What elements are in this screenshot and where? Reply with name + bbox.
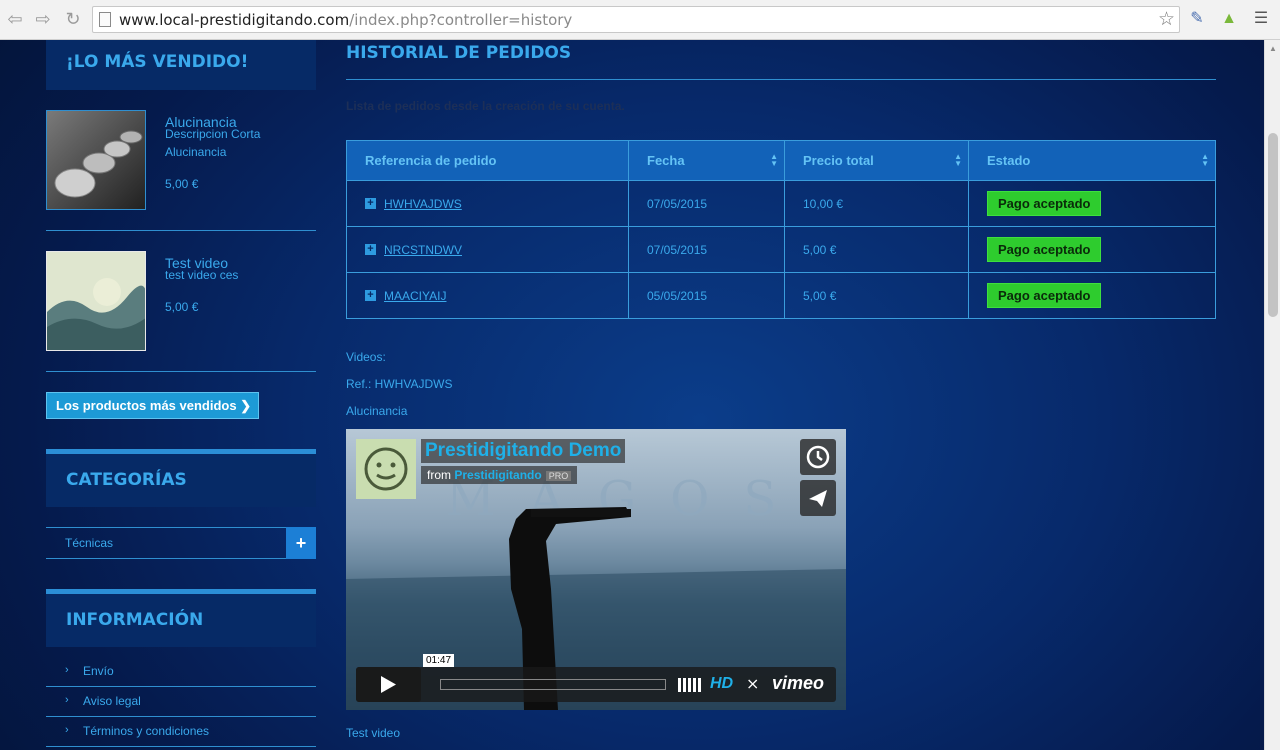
chevron-right-icon: › — [65, 694, 69, 706]
channel-link[interactable]: Prestidigitando — [454, 468, 541, 482]
channel-avatar[interactable] — [356, 439, 416, 499]
order-reference-link[interactable]: MAACIYAIJ — [384, 289, 446, 303]
bookmark-star-icon[interactable]: ☆ — [1158, 8, 1175, 31]
order-status-cell: Pago aceptado — [968, 272, 1216, 319]
scrollbar-thumb[interactable] — [1268, 133, 1278, 317]
page-icon — [99, 12, 111, 27]
product-description: Descripcion Corta Alucinancia — [165, 127, 261, 159]
column-header-date[interactable]: Fecha ▲ ▼ — [628, 140, 785, 181]
page-content: ¡LO MÁS VENDIDO! Alucinancia Descripcion… — [0, 40, 1264, 750]
product-price: 5,00 € — [165, 300, 199, 314]
info-link-label[interactable]: Envío — [83, 664, 114, 678]
info-link-label[interactable]: Aviso legal — [83, 694, 141, 708]
order-date: 07/05/2015 — [628, 226, 785, 273]
chevron-right-icon: › — [65, 724, 69, 736]
product-thumbnail[interactable] — [46, 251, 146, 351]
watch-later-icon[interactable] — [800, 439, 836, 475]
info-link-label[interactable]: Términos y condiciones — [83, 724, 209, 738]
page-title: HISTORIAL DE PEDIDOS — [346, 43, 572, 63]
share-icon[interactable] — [800, 480, 836, 516]
pro-badge: PRO — [545, 471, 572, 481]
expand-plus-icon[interactable]: + — [365, 244, 376, 256]
order-history-table: Referencia de pedido Fecha ▲ ▼ Precio tota… — [346, 140, 1216, 319]
status-badge: Pago aceptado — [987, 237, 1102, 262]
sort-icon[interactable]: ▲ ▼ — [1201, 153, 1209, 168]
table-row: + MAACIYAIJ 05/05/2015 5,00 € Pago acepta… — [346, 272, 1216, 319]
order-status-cell: Pago aceptado — [968, 180, 1216, 227]
product-thumbnail[interactable] — [46, 110, 146, 210]
video-title[interactable]: Prestidigitando Demo — [421, 439, 626, 463]
divider — [346, 79, 1216, 80]
table-row: + NRCSTNDWV 07/05/2015 5,00 € Pago acepta… — [346, 226, 1216, 273]
forward-icon[interactable]: ⇨ — [32, 8, 54, 30]
order-total: 5,00 € — [784, 272, 969, 319]
vimeo-logo[interactable]: vimeo — [772, 673, 824, 694]
info-link-terminos[interactable]: › Términos y condiciones — [46, 717, 316, 747]
category-item[interactable]: Técnicas + — [46, 527, 316, 559]
order-reference-cell: + NRCSTNDWV — [346, 226, 629, 273]
page-scrollbar[interactable]: ▲ — [1264, 40, 1280, 750]
videos-label: Videos: — [346, 350, 386, 364]
order-date: 07/05/2015 — [628, 180, 785, 227]
product-description: test video ces — [165, 268, 239, 282]
column-header-status[interactable]: Estado ▲ ▼ — [968, 140, 1216, 181]
bestsellers-button[interactable]: Los productos más vendidos ❯ — [46, 392, 259, 419]
info-link-aviso-legal[interactable]: › Aviso legal — [46, 687, 316, 717]
scroll-up-icon[interactable]: ▲ — [1269, 44, 1277, 53]
time-display: 01:47 — [423, 654, 455, 667]
sort-icon[interactable]: ▲ ▼ — [770, 153, 778, 168]
order-status-cell: Pago aceptado — [968, 226, 1216, 273]
order-reference-link[interactable]: HWHVAJDWS — [384, 197, 462, 211]
video-progress-bar[interactable] — [440, 679, 666, 690]
page-subtitle: Lista de pedidos desde la creación de su… — [346, 99, 625, 113]
reload-icon[interactable]: ↻ — [62, 8, 84, 30]
eyedropper-icon[interactable]: ✎ — [1186, 8, 1208, 30]
divider — [46, 230, 316, 231]
column-header-total[interactable]: Precio total ▲ ▼ — [784, 140, 969, 181]
table-row: + HWHVAJDWS 07/05/2015 10,00 € Pago acept… — [346, 180, 1216, 227]
product-label: Alucinancia — [346, 404, 408, 418]
order-reference-cell: + MAACIYAIJ — [346, 272, 629, 319]
next-video-label: Test video — [346, 726, 401, 740]
android-icon[interactable]: ▲ — [1218, 8, 1240, 30]
column-header-reference: Referencia de pedido — [346, 140, 629, 181]
order-total: 5,00 € — [784, 226, 969, 273]
category-label[interactable]: Técnicas — [65, 536, 113, 550]
play-button[interactable] — [356, 667, 421, 702]
order-date: 05/05/2015 — [628, 272, 785, 319]
product-price: 5,00 € — [165, 177, 199, 191]
status-badge: Pago aceptado — [987, 283, 1102, 308]
fullscreen-icon[interactable]: ⨯ — [746, 674, 759, 694]
order-reference-link[interactable]: NRCSTNDWV — [384, 243, 462, 257]
order-ref-label: Ref.: HWHVAJDWS — [346, 377, 453, 391]
information-heading: INFORMACIÓN — [46, 589, 316, 647]
order-total: 10,00 € — [784, 180, 969, 227]
expand-plus-icon[interactable]: + — [365, 290, 376, 302]
table-header-row: Referencia de pedido Fecha ▲ ▼ Precio tota… — [346, 140, 1216, 181]
status-badge: Pago aceptado — [987, 191, 1102, 216]
expand-plus-icon[interactable]: + — [365, 198, 376, 210]
menu-icon[interactable]: ☰ — [1250, 8, 1272, 30]
video-byline: from Prestidigitando PRO — [421, 466, 578, 484]
chevron-right-icon: ❯ — [240, 398, 252, 413]
chevron-right-icon: › — [65, 664, 69, 676]
back-icon[interactable]: ⇦ — [4, 8, 26, 30]
expand-plus-icon[interactable]: + — [286, 527, 316, 559]
sort-icon[interactable]: ▲ ▼ — [954, 153, 962, 168]
volume-icon[interactable] — [678, 678, 702, 692]
info-link-envio[interactable]: › Envío — [46, 657, 316, 687]
divider — [46, 371, 316, 372]
address-bar[interactable]: www.local-prestidigitando.com/index.php?… — [92, 6, 1180, 33]
hd-toggle[interactable]: HD — [710, 675, 733, 693]
vimeo-video-player[interactable]: MAGOS Prestidigitando Demo from Prestidi… — [346, 429, 846, 710]
url-text[interactable]: www.local-prestidigitando.com/index.php?… — [119, 11, 572, 29]
bestsellers-heading: ¡LO MÁS VENDIDO! — [46, 40, 316, 90]
order-reference-cell: + HWHVAJDWS — [346, 180, 629, 227]
categories-heading: CATEGORÍAS — [46, 449, 316, 507]
browser-toolbar: ⇦ ⇨ ↻ www.local-prestidigitando.com/inde… — [0, 0, 1280, 40]
video-controls: 01:47 HD ⨯ vimeo — [356, 654, 836, 702]
